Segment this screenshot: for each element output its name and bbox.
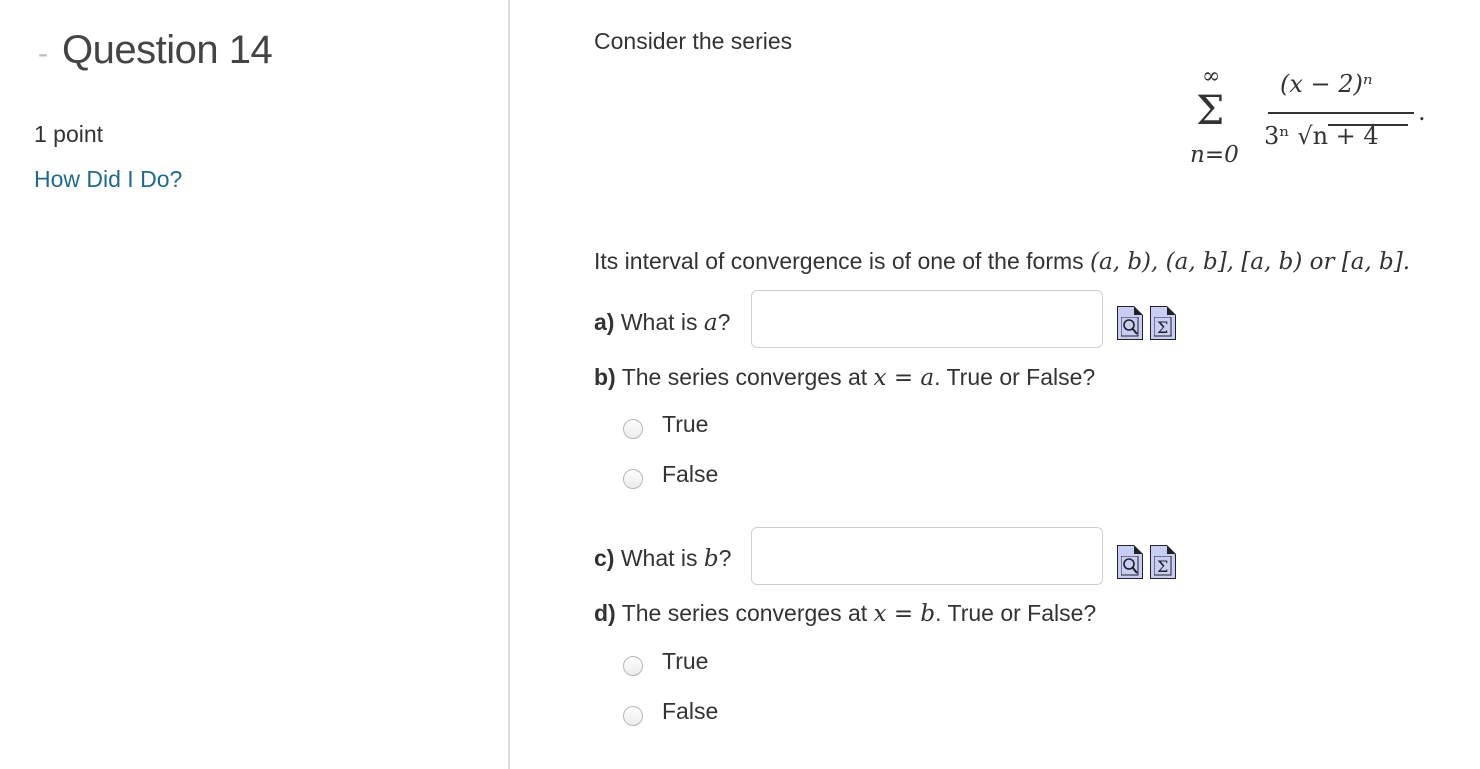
part-a-qmark: ? bbox=[717, 309, 731, 335]
part-c-qmark: ? bbox=[718, 545, 732, 571]
part-d-true-label[interactable]: True bbox=[662, 648, 708, 675]
part-d-label: d) bbox=[594, 600, 616, 626]
part-c-var: b bbox=[703, 546, 719, 572]
how-did-i-do-link[interactable]: How Did I Do? bbox=[34, 166, 182, 193]
part-d-text-after: . True or False? bbox=[935, 600, 1097, 626]
series-period: . bbox=[1418, 98, 1426, 126]
fraction-numerator: (x − 2)ⁿ bbox=[1280, 70, 1373, 98]
part-b-label: b) bbox=[594, 364, 616, 390]
sqrt-vinculum bbox=[1328, 124, 1408, 126]
equation-icon[interactable]: Σ bbox=[1150, 545, 1176, 579]
svg-text:Σ: Σ bbox=[1157, 318, 1168, 337]
question-header: - Question 14 bbox=[38, 28, 273, 73]
collapse-dash[interactable]: - bbox=[38, 37, 48, 71]
svg-text:Σ: Σ bbox=[1157, 557, 1168, 576]
question-title: Question 14 bbox=[62, 28, 273, 72]
answer-a-input[interactable] bbox=[751, 290, 1103, 348]
part-b-true-label[interactable]: True bbox=[662, 411, 708, 438]
part-a-var: a bbox=[703, 310, 718, 336]
equation-icon[interactable]: Σ bbox=[1150, 306, 1176, 340]
interval-text: Its interval of convergence is of one of… bbox=[594, 248, 1084, 274]
preview-icon[interactable] bbox=[1117, 306, 1143, 340]
part-d-question: d) The series converges at x = b. True o… bbox=[594, 600, 1096, 627]
interval-sentence: Its interval of convergence is of one of… bbox=[594, 248, 1410, 275]
preview-icon[interactable] bbox=[1117, 545, 1143, 579]
part-b-true-radio[interactable] bbox=[623, 419, 643, 439]
part-a-label: a) bbox=[594, 309, 615, 335]
answer-b-input[interactable] bbox=[751, 527, 1103, 585]
part-b-false-radio[interactable] bbox=[623, 469, 643, 489]
sum-symbol: Σ bbox=[1196, 88, 1225, 134]
part-a-text: What is bbox=[620, 309, 698, 335]
part-b-math: x = a bbox=[873, 365, 935, 391]
fraction-denominator: 3ⁿ √n + 4 bbox=[1264, 122, 1379, 150]
part-a-question: a) What is a? bbox=[594, 309, 730, 336]
part-b-question: b) The series converges at x = a. True o… bbox=[594, 364, 1095, 391]
sum-lower-limit: n=0 bbox=[1190, 142, 1239, 168]
part-b-text: The series converges at bbox=[621, 364, 868, 390]
series-formula: ∞ Σ n=0 (x − 2)ⁿ 3ⁿ √n + 4 . bbox=[1188, 64, 1428, 174]
part-b-false-label[interactable]: False bbox=[662, 461, 718, 488]
part-b-text-after: . True or False? bbox=[934, 364, 1096, 390]
part-c-label: c) bbox=[594, 545, 615, 571]
sum-upper-limit: ∞ bbox=[1202, 64, 1221, 89]
fraction-bar bbox=[1268, 112, 1414, 114]
interval-forms: (a, b), (a, b], [a, b) or [a, b]. bbox=[1090, 249, 1411, 275]
part-c-text: What is bbox=[620, 545, 698, 571]
part-d-true-radio[interactable] bbox=[623, 656, 643, 676]
part-d-false-radio[interactable] bbox=[623, 706, 643, 726]
part-d-text: The series converges at bbox=[621, 600, 868, 626]
question-points: 1 point bbox=[34, 121, 104, 147]
part-c-question: c) What is b? bbox=[594, 545, 731, 572]
part-d-false-label[interactable]: False bbox=[662, 698, 718, 725]
intro-text: Consider the series bbox=[594, 28, 793, 54]
part-d-math: x = b bbox=[873, 601, 936, 627]
question-sidebar: - Question 14 1 point How Did I Do? bbox=[0, 0, 510, 769]
